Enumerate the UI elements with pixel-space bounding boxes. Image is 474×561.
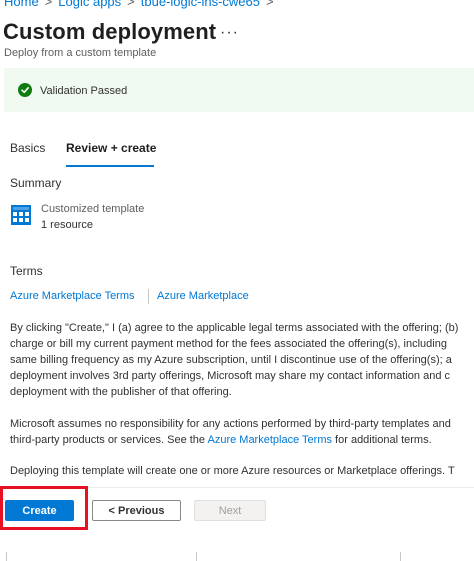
terms-paragraph-line-5: deployment with the publisher of that of… [10,386,232,398]
terms-paragraph-line-2: charge or bill my current payment method… [10,338,447,350]
breadcrumb-separator: > [44,0,53,9]
check-circle-icon [18,83,32,97]
create-button-highlight [0,486,88,530]
disclaimer-text: third-party products or services. See th… [10,434,208,446]
bottom-strip [0,545,474,561]
deploy-note: Deploying this template will create one … [10,465,455,477]
inline-marketplace-terms-link[interactable]: Azure Marketplace Terms [207,434,332,446]
summary-resource-count: 1 resource [41,219,93,231]
terms-paragraph-line-1: By clicking "Create," I (a) agree to the… [10,322,459,334]
next-button[interactable]: Next [194,500,266,521]
strip-divider [196,552,197,561]
tab-review-create[interactable]: Review + create [66,141,156,155]
azure-marketplace-terms-link[interactable]: Azure Marketplace Terms [10,290,135,302]
template-grid-icon [11,205,31,225]
disclaimer-line-1: Microsoft assumes no responsibility for … [10,418,451,430]
azure-marketplace-link[interactable]: Azure Marketplace [157,290,249,302]
page-subtitle: Deploy from a custom template [4,47,157,59]
breadcrumb-home[interactable]: Home [4,0,39,9]
breadcrumb-logic-app[interactable]: tbue-logic-ins-cwe65 [141,0,260,9]
breadcrumb-separator: > [266,0,274,9]
summary-template-name: Customized template [41,203,145,215]
more-options-icon[interactable]: ··· [220,24,239,42]
disclaimer-text-end: for additional terms. [332,434,432,446]
tab-basics[interactable]: Basics [10,141,45,155]
link-divider [148,289,149,304]
summary-heading: Summary [10,176,62,190]
page-title: Custom deployment [3,19,217,44]
breadcrumb-logic-apps[interactable]: Logic apps [58,0,121,9]
validation-status-text: Validation Passed [40,85,128,97]
breadcrumb: Home > Logic apps > tbue-logic-ins-cwe65 > [4,0,280,9]
terms-paragraph-line-3: same billing frequency as my Azure subsc… [10,354,452,366]
strip-divider [6,552,7,561]
disclaimer-line-2: third-party products or services. See th… [10,432,432,448]
terms-heading: Terms [10,264,43,278]
previous-button[interactable]: < Previous [92,500,181,521]
breadcrumb-separator: > [127,0,135,9]
active-tab-indicator [66,165,154,167]
strip-divider [400,552,401,561]
terms-paragraph-line-4: deployment involves 3rd party offerings,… [10,370,450,382]
